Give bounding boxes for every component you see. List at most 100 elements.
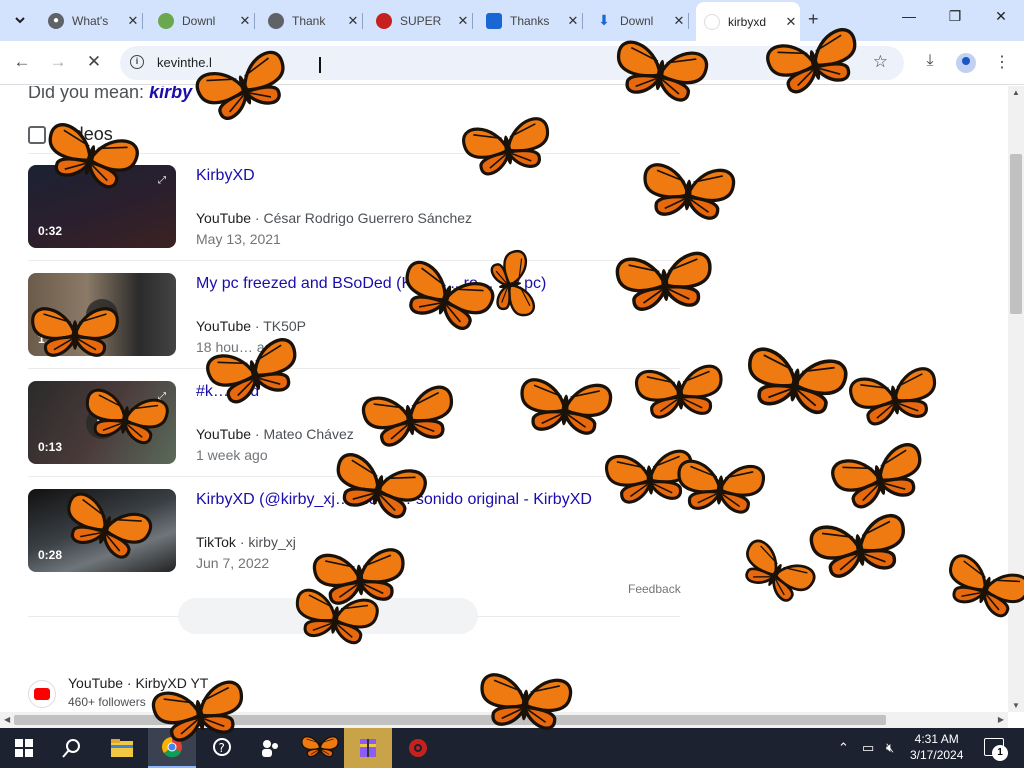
scroll-thumb[interactable]	[14, 715, 886, 725]
search-icon	[62, 739, 80, 758]
video-date: Jun 7, 2022	[196, 555, 270, 571]
tab-title: SUPER	[400, 13, 442, 28]
tab-3[interactable]: SUPER ✕	[368, 6, 473, 35]
browser-toolbar: ← → ✕ i kevinthe.l ☆ ⤓ ⋮	[0, 41, 1024, 85]
video-thumbnail[interactable]: ⤢ ▶ 0:13	[28, 381, 176, 464]
minimize-button[interactable]: —	[894, 8, 924, 24]
start-button[interactable]	[0, 728, 48, 768]
people-icon	[262, 740, 278, 757]
close-window-button[interactable]: ✕	[986, 8, 1016, 25]
butterfly-app-button[interactable]	[296, 728, 344, 768]
divider	[28, 260, 680, 261]
clock-date: 3/17/2024	[910, 748, 964, 762]
scroll-left-icon[interactable]: ◀	[4, 715, 10, 724]
downloads-icon[interactable]: ⤓	[918, 52, 942, 70]
people-app-button[interactable]	[246, 728, 294, 768]
taskbar: ? ⌃ ▭ 🔇︎ 4:31 AM 3/17/2024 1	[0, 728, 1024, 768]
chevron-up-icon[interactable]: ⌃	[838, 740, 849, 756]
divider	[28, 476, 680, 477]
video-result[interactable]: 0:28 KirbyXD (@kirby_xj… ...deo… sonido …	[28, 489, 680, 573]
google-icon	[704, 13, 720, 30]
tab-title: Downl	[620, 13, 654, 28]
video-host: TikTok	[196, 534, 236, 550]
new-tab-button[interactable]: +	[808, 9, 819, 30]
video-result[interactable]: ▶ 1:38 My pc freezed and BSoDed (Kirb… .…	[28, 273, 680, 357]
tab-2[interactable]: Thank ✕	[260, 6, 363, 35]
feedback-link[interactable]: Feedback	[628, 582, 681, 596]
video-title-link[interactable]: My pc freezed and BSoDed (Kirb… ...ro… .…	[196, 275, 546, 293]
more-videos-button[interactable]: →	[178, 598, 478, 634]
video-icon	[28, 125, 46, 144]
did-you-mean-label: Did you mean:	[28, 86, 150, 102]
horizontal-scrollbar[interactable]: ◀ ▶	[0, 712, 1008, 728]
video-result[interactable]: ⤢ ▶ 0:13 #k… #xd YouTube · Mateo Chávez …	[28, 381, 680, 465]
clock-time: 4:31 AM	[914, 732, 959, 746]
video-author: kirby_xj	[248, 534, 296, 550]
chevron-down-icon	[15, 17, 25, 24]
bookmark-star-icon[interactable]: ☆	[873, 52, 888, 72]
video-author: Mateo Chávez	[263, 426, 354, 442]
restore-button[interactable]: ❐	[940, 8, 970, 25]
vertical-scrollbar[interactable]: ▲ ▼	[1008, 86, 1024, 712]
file-explorer-button[interactable]	[98, 728, 146, 768]
close-icon[interactable]: ✕	[454, 13, 472, 29]
url-text[interactable]: kevinthe.l	[157, 55, 212, 70]
address-bar[interactable]: i kevinthe.l ☆	[120, 46, 904, 80]
videos-heading: Videos	[28, 124, 113, 145]
video-title-link[interactable]: KirbyXD	[196, 167, 255, 185]
tab-strip: ● What's ✕ Downl ✕ Thank ✕ SUPER ✕ Thank…	[0, 0, 1024, 41]
close-icon[interactable]: ✕	[670, 13, 688, 29]
videos-heading-label: Videos	[58, 124, 113, 144]
tab-6-active[interactable]: kirbyxd ✕	[696, 2, 800, 41]
video-duration: 0:13	[38, 440, 63, 454]
close-icon[interactable]: ✕	[236, 13, 254, 29]
close-icon[interactable]: ✕	[124, 13, 142, 29]
expand-icon: ⤢	[158, 175, 166, 186]
chrome-taskbar-button[interactable]	[148, 728, 196, 768]
video-author: César Rodrigo Guerrero Sánchez	[263, 210, 473, 226]
video-thumbnail[interactable]: 0:28	[28, 489, 176, 572]
profile-avatar[interactable]	[956, 53, 976, 73]
scroll-right-icon[interactable]: ▶	[998, 715, 1004, 724]
archive-app-button[interactable]	[344, 728, 392, 768]
video-duration: 1:38	[38, 332, 63, 346]
tab-1[interactable]: Downl ✕	[150, 6, 255, 35]
chrome-icon	[162, 737, 182, 758]
antivirus-app-button[interactable]	[394, 728, 442, 768]
network-icon[interactable]: ▭	[862, 740, 874, 756]
video-date: May 13, 2021	[196, 231, 281, 247]
video-thumbnail[interactable]: ▶ 1:38	[28, 273, 176, 356]
video-host: YouTube	[196, 318, 252, 334]
close-icon[interactable]: ✕	[344, 13, 362, 29]
tab-4[interactable]: Thanks ✕	[478, 6, 583, 35]
tab-search-button[interactable]	[8, 8, 32, 32]
volume-muted-icon[interactable]: 🔇︎	[886, 740, 894, 756]
did-you-mean: Did you mean: kirby	[28, 86, 192, 103]
scroll-thumb[interactable]	[1010, 154, 1022, 314]
notification-badge: 1	[992, 745, 1008, 761]
menu-icon[interactable]: ⋮	[990, 52, 1014, 72]
did-you-mean-link[interactable]: kirby	[149, 86, 192, 102]
back-button[interactable]: ←	[10, 52, 34, 72]
divider	[28, 153, 680, 154]
scroll-up-icon[interactable]: ▲	[1012, 88, 1020, 97]
forward-button[interactable]: →	[46, 52, 70, 72]
close-icon[interactable]: ✕	[782, 14, 800, 30]
help-app-button[interactable]: ?	[198, 728, 246, 768]
stop-button[interactable]: ✕	[82, 52, 106, 72]
video-title-link[interactable]: #k… #xd	[196, 383, 259, 401]
tab-5[interactable]: ⬇ Downl ✕	[588, 6, 689, 35]
video-thumbnail[interactable]: ⤢ 0:32	[28, 165, 176, 248]
video-result[interactable]: ⤢ 0:32 KirbyXD YouTube · César Rodrigo G…	[28, 165, 680, 249]
system-clock[interactable]: 4:31 AM 3/17/2024	[910, 731, 963, 763]
close-icon[interactable]: ✕	[564, 13, 582, 29]
scroll-down-icon[interactable]: ▼	[1012, 701, 1020, 710]
search-button[interactable]	[48, 728, 96, 768]
site-info-icon[interactable]: i	[130, 55, 144, 69]
download-icon: ⬇	[598, 12, 610, 28]
video-duration: 0:28	[38, 548, 63, 562]
tab-0[interactable]: ● What's ✕	[40, 6, 143, 35]
video-title-link[interactable]: KirbyXD (@kirby_xj… ...deo… sonido origi…	[196, 491, 592, 509]
video-date: 1 week ago	[196, 447, 268, 463]
channel-source[interactable]: YouTube · KirbyXD YT	[68, 675, 208, 691]
